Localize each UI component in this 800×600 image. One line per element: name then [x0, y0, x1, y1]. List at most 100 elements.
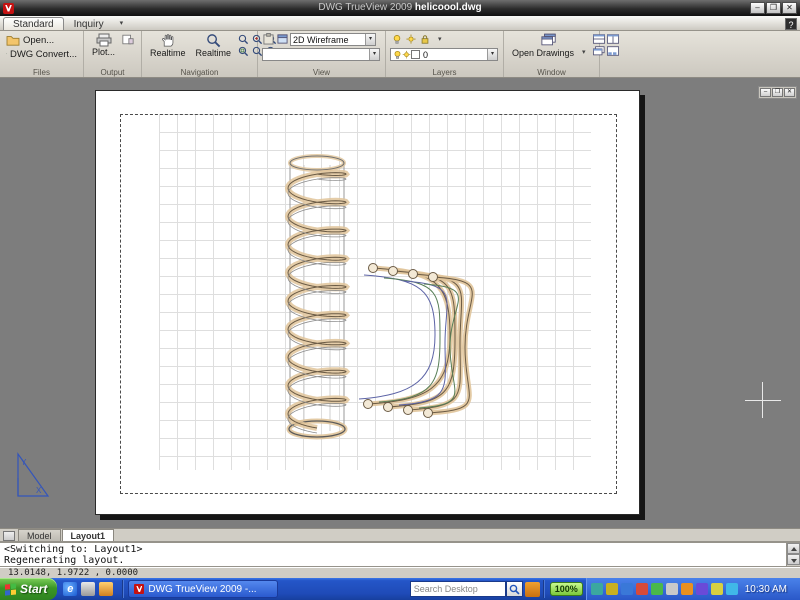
search-plugin-icon[interactable] [525, 582, 540, 597]
chevron-down-icon[interactable]: ▾ [487, 49, 497, 60]
task-button-label: DWG TrueView 2009 -... [148, 584, 256, 595]
start-button-label: Start [20, 582, 47, 596]
view-clipboard-button[interactable] [262, 33, 275, 45]
lightbulb-icon [393, 50, 402, 60]
triangle-up-icon [791, 547, 797, 551]
open-button[interactable]: Open... [4, 33, 79, 47]
ribbon: Open... DWG Convert... Files Plot... Out… [0, 31, 800, 78]
start-button[interactable]: Start [0, 578, 57, 600]
ribbon-panel-window: Open Drawings ▾ Window [504, 31, 600, 77]
tray-icon-7[interactable] [681, 583, 693, 595]
taskbar-clock[interactable]: 10:30 AM [741, 584, 795, 595]
batch-plot-button[interactable] [121, 33, 134, 45]
scroll-up-button[interactable] [787, 543, 800, 554]
scroll-down-button[interactable] [787, 554, 800, 565]
open-drawings-button[interactable]: Open Drawings ▾ [508, 33, 590, 59]
plot-button-label: Plot... [92, 47, 115, 57]
command-history: <Switching to: Layout1> Regenerating lay… [4, 544, 784, 566]
tab-standard[interactable]: Standard [3, 17, 64, 30]
document-window-controls: – ❐ ✕ [758, 86, 797, 99]
tray-icon-8[interactable] [696, 583, 708, 595]
tray-icon-4[interactable] [636, 583, 648, 595]
close-button[interactable]: ✕ [782, 2, 797, 14]
tab-layout1[interactable]: Layout1 [62, 529, 115, 541]
quicklaunch-ie-icon[interactable]: e [63, 582, 77, 596]
command-scrollbar[interactable] [786, 543, 800, 566]
minimize-button[interactable]: – [750, 2, 765, 14]
visual-style-select[interactable]: 2D Wireframe ▾ [290, 33, 376, 46]
tray-icon-10[interactable] [726, 583, 738, 595]
layer-select[interactable]: 0 ▾ [390, 48, 498, 61]
visual-style-value: 2D Wireframe [293, 35, 349, 45]
svg-text:Y: Y [21, 458, 27, 467]
sun-icon [402, 50, 411, 60]
layer-tools-expand-icon[interactable]: ▾ [438, 33, 442, 46]
panel-caption-window: Window [504, 68, 599, 77]
dwg-convert-button[interactable]: DWG Convert... [4, 47, 79, 61]
zoom-extents-button[interactable] [237, 45, 250, 57]
tile-horizontal-button[interactable] [593, 33, 606, 45]
quicklaunch-desktop-icon[interactable] [81, 582, 95, 596]
windows-flag-icon [5, 583, 17, 595]
dwg-convert-label: DWG Convert... [10, 49, 77, 60]
zoom-window-button[interactable] [237, 33, 250, 45]
pan-realtime-button[interactable]: Realtime [146, 33, 190, 58]
drawing-viewport[interactable]: – ❐ ✕ Y X [0, 78, 800, 528]
chevron-down-icon[interactable]: ▾ [365, 34, 375, 45]
quicklaunch-folder-icon[interactable] [99, 582, 113, 596]
tray-icon-5[interactable] [651, 583, 663, 595]
lightbulb-icon [392, 34, 402, 45]
tray-icon-3[interactable] [621, 583, 633, 595]
layer-on-button[interactable] [390, 33, 403, 45]
chevron-down-icon[interactable]: ▾ [369, 49, 379, 60]
open-folder-icon [6, 34, 20, 46]
ribbon-tab-row: Standard Inquiry ▾ ? [0, 16, 800, 31]
window-title: DWG TrueView 2009 helicoool.dwg [0, 0, 800, 16]
tile-vertical-button[interactable] [607, 33, 620, 45]
tray-icon-1[interactable] [591, 583, 603, 595]
cascade-icon [593, 46, 605, 56]
command-line-2: Regenerating layout. [4, 555, 784, 566]
search-go-button[interactable] [506, 581, 523, 597]
layout-tab-bar: Model Layout1 [0, 528, 800, 541]
layout-tab-menu-icon[interactable] [3, 531, 15, 541]
plot-button[interactable]: Plot... [88, 33, 119, 57]
command-window[interactable]: <Switching to: Layout1> Regenerating lay… [0, 541, 800, 567]
cascade-button[interactable] [593, 45, 606, 57]
task-button-dwg-trueview[interactable]: DWG TrueView 2009 -... [128, 580, 278, 598]
status-bar: 13.0148, 1.9722 , 0.0000 [0, 567, 800, 578]
zoom-realtime-label: Realtime [196, 48, 232, 58]
tile-horizontal-icon [593, 34, 605, 44]
zoom-extents-icon [238, 46, 249, 57]
layer-lock-button[interactable] [418, 33, 431, 45]
search-desktop-input[interactable] [410, 581, 506, 597]
doc-close-button[interactable]: ✕ [784, 88, 795, 97]
panel-caption-navigation: Navigation [142, 68, 257, 77]
arrange-icons-button[interactable] [607, 45, 620, 57]
named-view-select[interactable]: ▾ [262, 48, 380, 61]
open-drawings-icon [541, 33, 557, 46]
doc-restore-button[interactable]: ❐ [772, 88, 783, 97]
ribbon-empty-space [600, 31, 800, 77]
command-line-1: <Switching to: Layout1> [4, 544, 784, 555]
panel-caption-view: View [258, 68, 385, 77]
tile-vertical-icon [607, 34, 619, 44]
view-named-button[interactable] [276, 33, 289, 45]
tray-icon-9[interactable] [711, 583, 723, 595]
ucs-icon: Y X [12, 450, 52, 500]
window-title-app: DWG TrueView 2009 [318, 2, 412, 13]
tab-model[interactable]: Model [18, 529, 61, 541]
tray-icon-2[interactable] [606, 583, 618, 595]
tab-inquiry[interactable]: Inquiry [64, 17, 114, 30]
restore-button[interactable]: ❐ [766, 2, 781, 14]
tray-icon-6[interactable] [666, 583, 678, 595]
battery-indicator[interactable]: 100% [550, 582, 583, 596]
layout-paper [95, 90, 640, 515]
zoom-realtime-button[interactable]: Realtime [192, 33, 236, 58]
panel-caption-output: Output [84, 68, 141, 77]
layer-freeze-button[interactable] [404, 33, 417, 45]
named-view-icon [277, 33, 288, 45]
toolbar-customize-icon[interactable]: ▾ [120, 17, 124, 30]
doc-minimize-button[interactable]: – [760, 88, 771, 97]
help-button[interactable]: ? [785, 18, 797, 30]
